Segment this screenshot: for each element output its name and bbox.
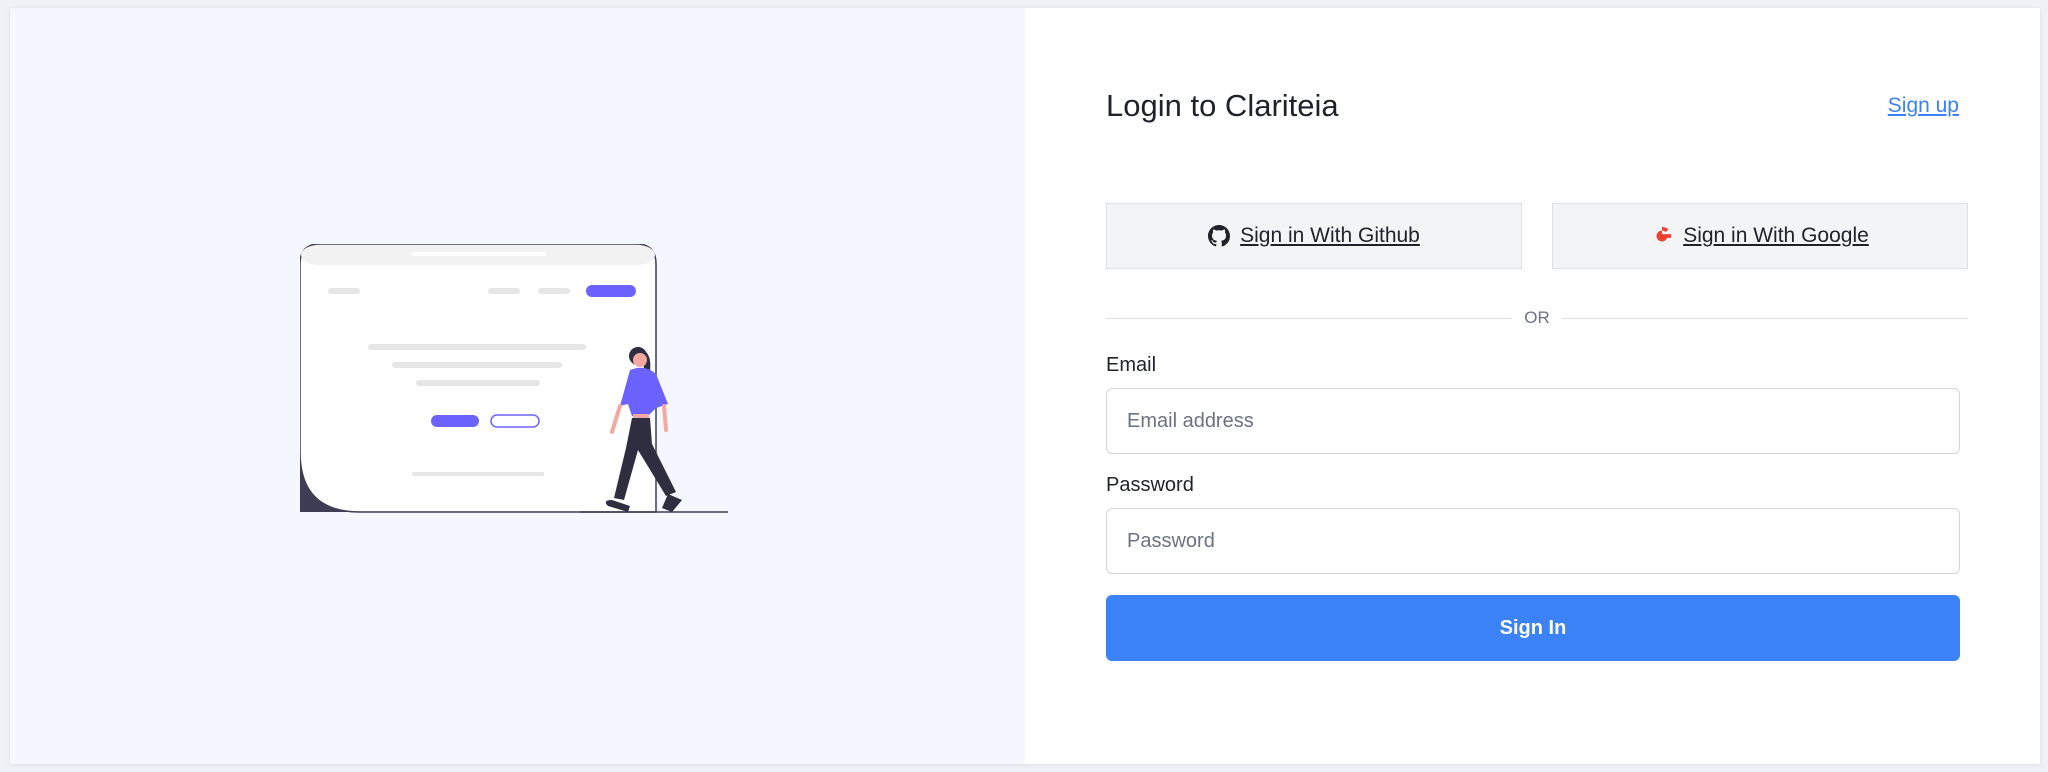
github-signin-label: Sign in With Github xyxy=(1240,224,1420,247)
email-label: Email xyxy=(1106,354,1157,376)
password-label: Password xyxy=(1106,474,1194,496)
google-signin-button[interactable]: Sign in With Google xyxy=(1552,203,1968,269)
illustration-panel xyxy=(10,8,1025,764)
page-title: Login to Clariteia xyxy=(1106,88,1339,123)
divider-line-left xyxy=(1106,317,1513,319)
signup-link[interactable]: Sign up xyxy=(1888,94,1959,118)
password-field[interactable] xyxy=(1106,508,1960,574)
google-icon xyxy=(1653,226,1672,246)
divider-line-right xyxy=(1561,317,1968,319)
sign-in-button[interactable]: Sign In xyxy=(1106,595,1960,661)
login-illustration xyxy=(300,244,728,513)
github-signin-button[interactable]: Sign in With Github xyxy=(1106,203,1522,269)
login-card: Login to Clariteia Sign up Sign in With … xyxy=(10,8,2040,764)
google-signin-label: Sign in With Google xyxy=(1683,224,1869,247)
login-form-panel: Login to Clariteia Sign up Sign in With … xyxy=(1025,8,2040,764)
github-icon xyxy=(1208,225,1231,247)
email-field[interactable] xyxy=(1106,388,1960,454)
divider-text: OR xyxy=(1524,308,1550,327)
or-divider: OR xyxy=(1106,308,1968,328)
